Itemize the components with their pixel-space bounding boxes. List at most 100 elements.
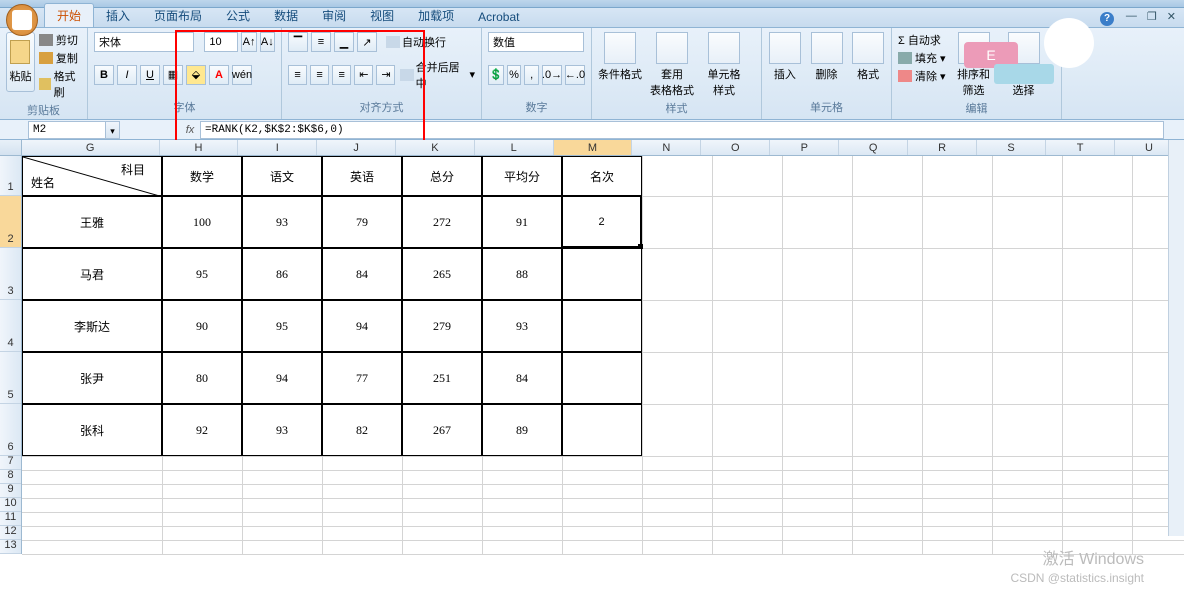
cut-button[interactable]: 剪切	[39, 32, 81, 48]
data-cell[interactable]: 语文	[242, 156, 322, 196]
align-left-button[interactable]: ≡	[288, 65, 307, 85]
data-cell[interactable]: 94	[322, 300, 402, 352]
data-cell[interactable]: 267	[402, 404, 482, 456]
data-cell[interactable]: 86	[242, 248, 322, 300]
data-cell[interactable]: 84	[322, 248, 402, 300]
row-header[interactable]: 13	[0, 540, 21, 554]
column-header[interactable]: K	[396, 140, 475, 155]
data-cell[interactable]: 李斯达	[22, 300, 162, 352]
row-header[interactable]: 2	[0, 196, 21, 248]
italic-button[interactable]: I	[117, 65, 137, 85]
data-cell[interactable]	[562, 248, 642, 300]
align-top-button[interactable]: ▔	[288, 32, 308, 52]
fx-icon[interactable]: fx	[180, 124, 200, 136]
ribbon-tab-3[interactable]: 公式	[214, 4, 262, 27]
name-box-dropdown[interactable]: ▾	[106, 121, 120, 139]
percent-button[interactable]: %	[507, 65, 522, 85]
help-icon[interactable]: ?	[1100, 12, 1114, 26]
font-color-button[interactable]: A	[209, 65, 229, 85]
border-button[interactable]: ▦	[163, 65, 183, 85]
paste-button[interactable]: 粘贴	[6, 32, 35, 92]
align-bottom-button[interactable]: ▁	[334, 32, 354, 52]
ribbon-tab-8[interactable]: Acrobat	[466, 7, 531, 27]
ribbon-tab-0[interactable]: 开始	[44, 3, 94, 27]
column-header[interactable]: G	[22, 140, 160, 155]
name-box[interactable]: M2	[28, 121, 106, 139]
data-cell[interactable]: 95	[242, 300, 322, 352]
vertical-scrollbar[interactable]	[1168, 140, 1184, 536]
font-name-select[interactable]	[94, 32, 194, 52]
column-header[interactable]: H	[160, 140, 239, 155]
comma-button[interactable]: ,	[524, 65, 539, 85]
minimize-button[interactable]: —	[1126, 10, 1137, 23]
data-cell[interactable]: 251	[402, 352, 482, 404]
fill-button[interactable]: 填充 ▾	[898, 50, 946, 66]
data-cell[interactable]: 94	[242, 352, 322, 404]
data-cell[interactable]: 张科	[22, 404, 162, 456]
data-cell[interactable]: 93	[242, 196, 322, 248]
select-all-corner[interactable]	[0, 140, 22, 155]
autosum-button[interactable]: Σ 自动求	[898, 32, 946, 48]
cells-area[interactable]: 科目姓名数学语文英语总分平均分名次王雅1009379272912马君958684…	[22, 156, 1184, 554]
copy-button[interactable]: 复制	[39, 50, 81, 66]
data-cell[interactable]: 89	[482, 404, 562, 456]
format-table-button[interactable]: 套用 表格格式	[650, 32, 694, 98]
row-header[interactable]: 5	[0, 352, 21, 404]
data-cell[interactable]	[562, 352, 642, 404]
data-cell[interactable]: 84	[482, 352, 562, 404]
column-header[interactable]: J	[317, 140, 396, 155]
column-header[interactable]: P	[770, 140, 839, 155]
column-header[interactable]: S	[977, 140, 1046, 155]
increase-decimal-button[interactable]: .0→	[542, 65, 562, 85]
data-cell[interactable]	[562, 404, 642, 456]
row-header[interactable]: 12	[0, 526, 21, 540]
row-header[interactable]: 10	[0, 498, 21, 512]
clear-button[interactable]: 清除 ▾	[898, 68, 946, 84]
data-cell[interactable]: 82	[322, 404, 402, 456]
row-header[interactable]: 6	[0, 404, 21, 456]
underline-button[interactable]: U	[140, 65, 160, 85]
font-size-select[interactable]	[204, 32, 238, 52]
selected-cell[interactable]: 2	[561, 195, 642, 248]
data-cell[interactable]: 名次	[562, 156, 642, 196]
row-header[interactable]: 3	[0, 248, 21, 300]
phonetic-button[interactable]: wén	[232, 65, 252, 85]
data-cell[interactable]: 王雅	[22, 196, 162, 248]
column-header[interactable]: L	[475, 140, 554, 155]
data-cell[interactable]: 100	[162, 196, 242, 248]
format-button[interactable]: 格式	[851, 32, 885, 82]
merge-center-button[interactable]: 合并后居中 ▾	[400, 59, 475, 91]
ribbon-tab-1[interactable]: 插入	[94, 4, 142, 27]
align-center-button[interactable]: ≡	[310, 65, 329, 85]
row-header[interactable]: 8	[0, 470, 21, 484]
data-cell[interactable]: 90	[162, 300, 242, 352]
data-cell[interactable]: 95	[162, 248, 242, 300]
increase-indent-button[interactable]: ⇥	[376, 65, 395, 85]
data-cell[interactable]: 272	[402, 196, 482, 248]
column-header[interactable]: M	[554, 140, 633, 155]
fill-color-button[interactable]: ⬙	[186, 65, 206, 85]
data-cell[interactable]: 英语	[322, 156, 402, 196]
row-header[interactable]: 7	[0, 456, 21, 470]
column-header[interactable]: O	[701, 140, 770, 155]
format-painter-button[interactable]: 格式刷	[39, 68, 81, 100]
column-header[interactable]: N	[632, 140, 701, 155]
data-cell[interactable]: 265	[402, 248, 482, 300]
row-header[interactable]: 11	[0, 512, 21, 526]
ribbon-tab-4[interactable]: 数据	[262, 4, 310, 27]
delete-button[interactable]: 删除	[810, 32, 844, 82]
align-right-button[interactable]: ≡	[332, 65, 351, 85]
cell-styles-button[interactable]: 单元格 样式	[702, 32, 746, 98]
data-cell[interactable]: 张尹	[22, 352, 162, 404]
data-cell[interactable]: 科目姓名	[22, 156, 162, 196]
data-cell[interactable]: 92	[162, 404, 242, 456]
align-middle-button[interactable]: ≡	[311, 32, 331, 52]
data-cell[interactable]: 93	[482, 300, 562, 352]
column-header[interactable]: I	[238, 140, 317, 155]
data-cell[interactable]: 77	[322, 352, 402, 404]
restore-button[interactable]: ❐	[1147, 10, 1157, 23]
row-header[interactable]: 1	[0, 156, 21, 196]
wrap-text-button[interactable]: 自动换行	[386, 34, 446, 50]
orientation-button[interactable]: ↗	[357, 32, 377, 52]
conditional-format-button[interactable]: 条件格式	[598, 32, 642, 82]
